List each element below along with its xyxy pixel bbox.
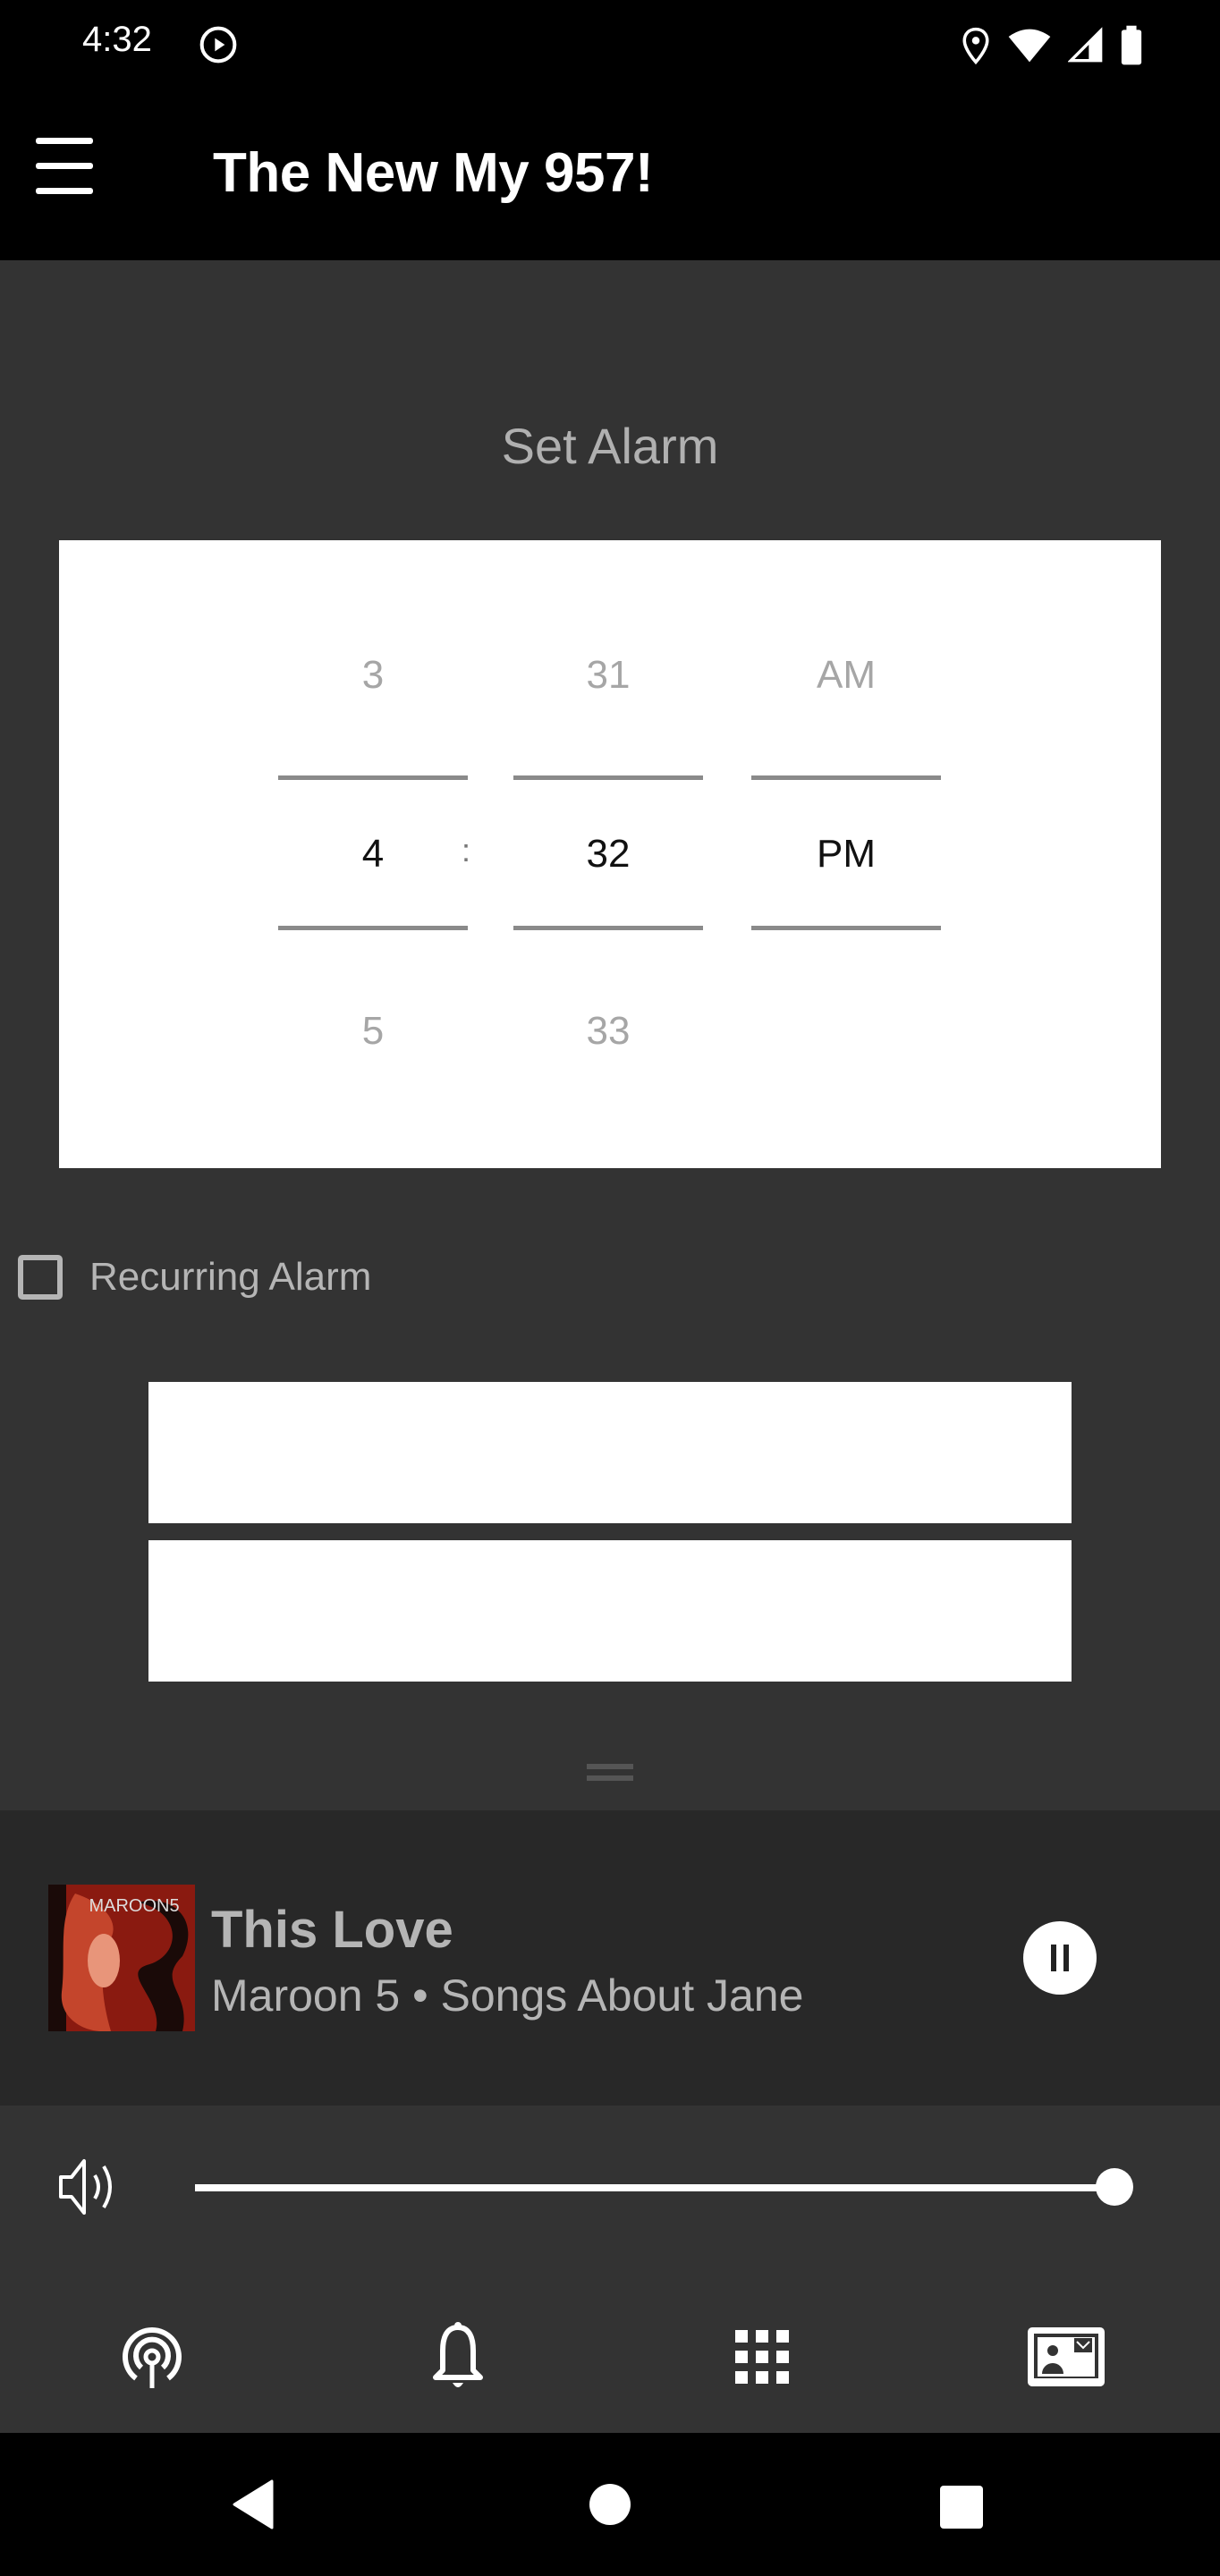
- bell-icon: [433, 2322, 483, 2387]
- recurring-alarm-label: Recurring Alarm: [89, 1255, 372, 1299]
- period-divider-bottom: [751, 926, 941, 930]
- grid-icon: [735, 2330, 789, 2384]
- period-divider-top: [751, 775, 941, 780]
- svg-text:MAROON5: MAROON5: [89, 1896, 179, 1916]
- album-art: MAROON5: [48, 1885, 195, 2031]
- hour-selected[interactable]: 4: [278, 832, 468, 877]
- alarm-action-button-1[interactable]: [148, 1382, 1072, 1523]
- nav-more[interactable]: [717, 2317, 807, 2397]
- hamburger-menu-icon[interactable]: [32, 134, 97, 197]
- recents-icon[interactable]: [939, 2485, 984, 2529]
- minute-divider-top: [513, 775, 703, 780]
- wifi-icon: [1008, 29, 1051, 63]
- period-selected[interactable]: PM: [751, 832, 941, 877]
- minute-above[interactable]: 31: [513, 653, 703, 698]
- volume-slider-thumb[interactable]: [1096, 2168, 1133, 2206]
- period-above[interactable]: AM: [751, 653, 941, 698]
- time-picker: 3 4 5 : 31 32 33 AM PM: [59, 540, 1161, 1168]
- hour-above[interactable]: 3: [278, 653, 468, 698]
- nav-listen-live[interactable]: [107, 2317, 197, 2397]
- battery-icon: [1121, 25, 1142, 65]
- podcast-broadcast-icon: [123, 2327, 182, 2388]
- location-icon: [962, 27, 989, 65]
- minute-selected[interactable]: 32: [513, 832, 703, 877]
- track-title: This Love: [211, 1901, 453, 1959]
- nav-contact[interactable]: [1021, 2317, 1111, 2397]
- drag-handle[interactable]: [587, 1764, 633, 1784]
- volume-icon[interactable]: [55, 2156, 122, 2218]
- status-time: 4:32: [82, 20, 152, 59]
- play-circle-icon: [199, 26, 237, 64]
- volume-slider-track[interactable]: [195, 2184, 1114, 2191]
- signal-icon: [1068, 27, 1103, 63]
- volume-row: [0, 2106, 1220, 2222]
- minute-divider-bottom: [513, 926, 703, 930]
- alarm-action-button-2[interactable]: [148, 1540, 1072, 1682]
- home-icon[interactable]: [589, 2483, 631, 2526]
- set-alarm-title: Set Alarm: [501, 418, 719, 474]
- contact-card-icon: [1028, 2327, 1105, 2386]
- back-icon[interactable]: [231, 2479, 275, 2529]
- hour-divider-bottom: [278, 926, 468, 930]
- hour-below[interactable]: 5: [278, 1009, 468, 1054]
- nav-alarm[interactable]: [413, 2317, 503, 2397]
- time-separator: :: [461, 832, 470, 869]
- app-title: The New My 957!: [213, 142, 654, 204]
- track-subtitle: Maroon 5 • Songs About Jane: [211, 1970, 804, 2021]
- pause-button[interactable]: [1023, 1921, 1097, 1995]
- checkbox-icon[interactable]: [18, 1255, 63, 1300]
- recurring-alarm-checkbox[interactable]: Recurring Alarm: [18, 1249, 371, 1306]
- status-icons: [961, 25, 1143, 66]
- minute-below[interactable]: 33: [513, 1009, 703, 1054]
- pause-icon: [1051, 1945, 1069, 1971]
- hour-divider-top: [278, 775, 468, 780]
